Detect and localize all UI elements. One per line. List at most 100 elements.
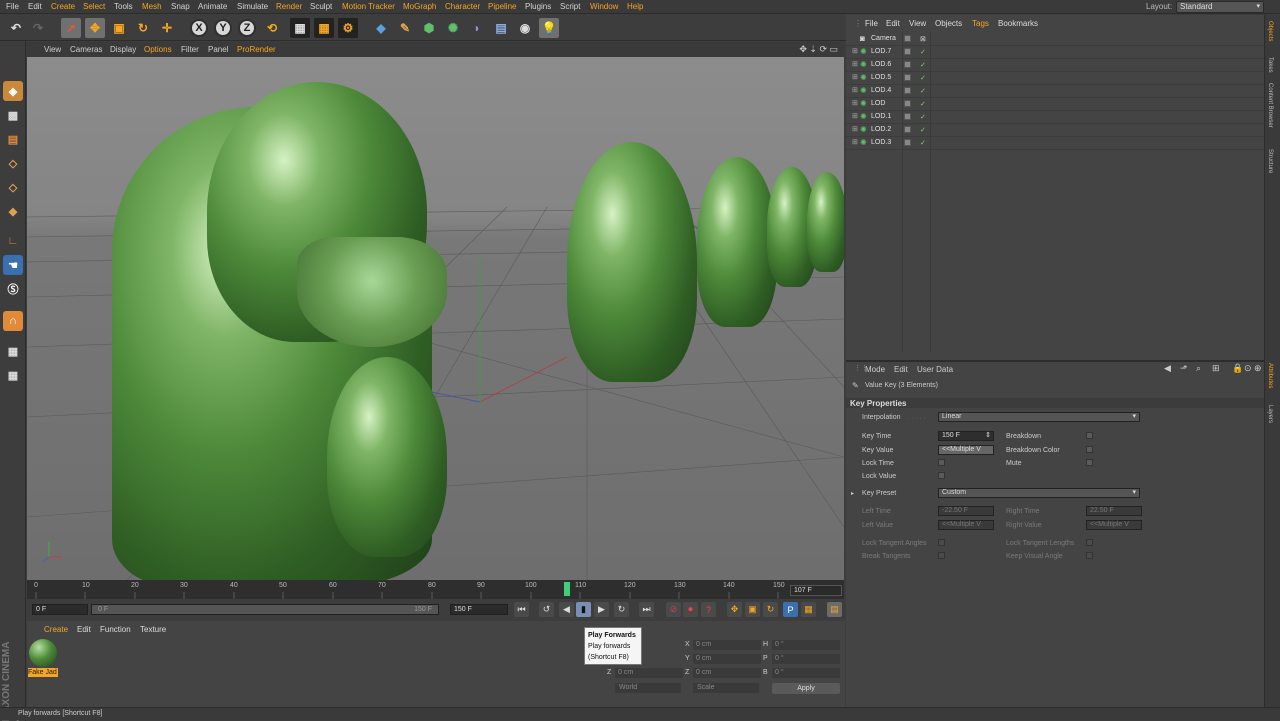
y-axis-button[interactable]: Y [214, 19, 232, 37]
tab-attributes[interactable]: Attributes [1267, 363, 1273, 388]
add-icon[interactable]: ⊕ [1254, 363, 1262, 374]
enabled-check-icon[interactable]: ✓ [920, 113, 926, 121]
subdivision-icon[interactable]: ⬢ [419, 18, 439, 38]
statue-lod-1[interactable] [567, 142, 697, 382]
undo-icon[interactable]: ↶ [6, 18, 26, 38]
object-row-lod6[interactable]: ⊞ ✺ LOD.6 ✓ [846, 59, 1264, 72]
stepper-icon[interactable]: ⇕ [985, 432, 991, 440]
lock-icon[interactable]: 🔒 [1232, 363, 1243, 374]
range-slider[interactable]: 0 F 150 F [91, 604, 439, 615]
menu-tools[interactable]: Tools [114, 2, 133, 11]
expand-icon[interactable]: ⊞ [852, 60, 858, 68]
expand-icon[interactable]: ⊞ [852, 86, 858, 94]
breakdown-color-checkbox[interactable] [1086, 446, 1093, 453]
material-name[interactable]: Fake Jad [28, 668, 58, 677]
am-menu-edit[interactable]: Edit [894, 365, 908, 374]
render-picture-viewer-icon[interactable]: ▦ [314, 18, 334, 38]
menu-file[interactable]: File [6, 2, 19, 11]
lock-workplane-icon[interactable]: ▦ [3, 341, 23, 361]
viewport-nav-icons[interactable]: ✥ ⇣ ⟳ ▭ [799, 44, 838, 55]
material-menu-texture[interactable]: Texture [140, 625, 166, 634]
tab-objects[interactable]: Objects [1267, 21, 1273, 41]
menu-create[interactable]: Create [51, 2, 75, 11]
coord-scale-select[interactable]: Scale [693, 683, 759, 693]
om-menu-tags[interactable]: Tags [972, 19, 989, 28]
magnet-icon[interactable]: ∩ [3, 311, 23, 331]
go-to-end-icon[interactable]: ⏭ [639, 602, 654, 617]
key-parameter-icon[interactable]: P [783, 602, 798, 617]
array-icon[interactable]: ✺ [443, 18, 463, 38]
deformer-icon[interactable]: ◗ [467, 18, 487, 38]
autokey-icon[interactable]: ⏺ [683, 602, 698, 617]
scale-tool-icon[interactable]: ▣ [109, 18, 129, 38]
menu-motion-tracker[interactable]: Motion Tracker [342, 2, 395, 11]
world-coordinate-icon[interactable]: ⟲ [262, 18, 282, 38]
layer-box[interactable] [904, 74, 911, 81]
menu-select[interactable]: Select [83, 2, 105, 11]
x-axis-button[interactable]: X [190, 19, 208, 37]
object-row-camera[interactable]: ◙ Camera ⊠ [846, 33, 1264, 46]
viewport-menu-view[interactable]: View [44, 45, 61, 54]
layer-box[interactable] [904, 126, 911, 133]
enabled-check-icon[interactable]: ✓ [920, 87, 926, 95]
menu-mograph[interactable]: MoGraph [403, 2, 436, 11]
keyframe-selection-icon[interactable]: ? [701, 602, 716, 617]
next-frame-icon[interactable]: ▶ [594, 602, 609, 617]
selection-tool-icon[interactable]: ➚ [61, 18, 81, 38]
lock-value-checkbox[interactable] [938, 472, 945, 479]
new-window-icon[interactable]: ⊞ [1212, 363, 1220, 374]
back-arrow-icon[interactable]: ◀ [1164, 363, 1171, 374]
layer-box[interactable] [904, 100, 911, 107]
search-icon[interactable]: ⌕ [1196, 363, 1201, 374]
previous-frame-icon[interactable]: ◀ [559, 602, 574, 617]
tab-takes[interactable]: Takes [1267, 57, 1273, 73]
apply-button[interactable]: Apply [772, 683, 840, 694]
key-position-icon[interactable]: ✥ [727, 602, 742, 617]
lock-tangent-lengths-checkbox[interactable] [1086, 539, 1093, 546]
viewport-menu-panel[interactable]: Panel [208, 45, 228, 54]
start-frame-field[interactable]: 0 F [32, 604, 88, 615]
floor-icon[interactable]: ▤ [491, 18, 511, 38]
enabled-check-icon[interactable]: ✓ [920, 139, 926, 147]
up-arrow-icon[interactable]: ⬏ [1180, 363, 1188, 374]
right-value-field[interactable]: <<Multiple V [1086, 520, 1142, 530]
move-tool-icon[interactable]: ✥ [85, 18, 105, 38]
snap-icon[interactable]: Ⓢ [3, 279, 23, 299]
om-menu-bookmarks[interactable]: Bookmarks [998, 19, 1038, 28]
material-menu-edit[interactable]: Edit [77, 625, 91, 634]
coord-p-z-value[interactable]: 0 cm [615, 668, 683, 678]
object-row-lod3[interactable]: ⊞ ✺ LOD.3 ✓ [846, 137, 1264, 150]
coord-r-x-value[interactable]: 0 cm [693, 640, 761, 650]
interpolation-select[interactable]: Linear ▾ [938, 412, 1140, 422]
om-menu-objects[interactable]: Objects [935, 19, 962, 28]
object-row-lod7[interactable]: ⊞ ✺ LOD.7 ✓ [846, 46, 1264, 59]
key-rotation-icon[interactable]: ↻ [763, 602, 778, 617]
points-mode-icon[interactable]: ◇ [3, 153, 23, 173]
enabled-check-icon[interactable]: ✓ [920, 74, 926, 82]
layer-box[interactable] [904, 87, 911, 94]
pin-icon[interactable]: ⊙ [1244, 363, 1252, 374]
menu-snap[interactable]: Snap [171, 2, 190, 11]
planar-workplane-icon[interactable]: ▦ [3, 365, 23, 385]
expand-icon[interactable]: ⊞ [852, 125, 858, 133]
expand-icon[interactable]: ⊞ [852, 138, 858, 146]
cube-icon[interactable]: ◆ [371, 18, 391, 38]
tab-structure[interactable]: Structure [1267, 149, 1273, 173]
polygons-mode-icon[interactable]: ◆ [3, 201, 23, 221]
layer-box[interactable] [904, 139, 911, 146]
coord-r-z-value[interactable]: 0 cm [693, 668, 761, 678]
layer-box[interactable] [904, 48, 911, 55]
workplane-icon[interactable]: ▤ [3, 129, 23, 149]
play-forwards-button[interactable]: ▮ [576, 602, 591, 617]
layer-box[interactable] [904, 61, 911, 68]
lock-time-checkbox[interactable] [938, 459, 945, 466]
menu-edit[interactable]: Edit [28, 2, 42, 11]
enabled-check-icon[interactable]: ✓ [920, 48, 926, 56]
tweak-mode-icon[interactable]: ☚ [3, 255, 23, 275]
object-row-lod2[interactable]: ⊞ ✺ LOD.2 ✓ [846, 124, 1264, 137]
layer-box[interactable] [904, 35, 911, 42]
enabled-check-icon[interactable]: ✓ [920, 61, 926, 69]
coord-s-p-value[interactable]: 0 ° [772, 654, 840, 664]
3d-viewport[interactable] [27, 57, 844, 580]
menu-plugins[interactable]: Plugins [525, 2, 551, 11]
